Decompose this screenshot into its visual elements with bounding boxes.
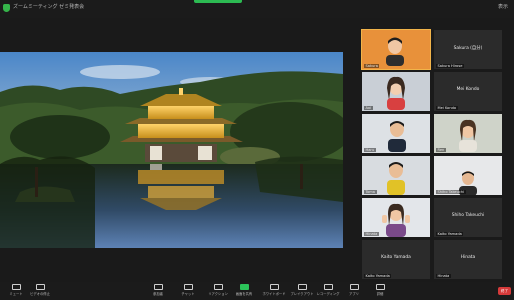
participant-name: Toma xyxy=(364,190,377,194)
participant-name: Hinata xyxy=(436,274,451,278)
participant-name-centered: Shiho Takeuchi xyxy=(451,213,485,218)
record-button[interactable]: レコーディング xyxy=(314,284,342,296)
breakout-button[interactable]: ブレイクアウト xyxy=(288,284,316,296)
participant-tile-12[interactable]: Hinata Hinata xyxy=(434,240,502,279)
apps-label: アプリ xyxy=(349,292,359,296)
participant-name: Kaito Yamada xyxy=(364,274,392,278)
main-stage xyxy=(0,18,358,280)
reactions-small-button[interactable]: リアクション xyxy=(204,284,232,296)
whiteboard-icon xyxy=(269,284,279,290)
end-meeting-button[interactable]: 終了 xyxy=(498,287,511,295)
recording-indicator xyxy=(194,0,242,3)
participant-gallery: Sakura Sakura (自分) Sakura Hirose Aoi Mei… xyxy=(361,29,502,279)
participant-tile-10[interactable]: Shiho Takeuchi Kaito Yamada xyxy=(434,198,502,237)
avatar xyxy=(382,201,410,237)
record-label: レコーディング xyxy=(316,292,340,296)
shared-screen-image xyxy=(0,52,343,248)
breakout-label: ブレイクアウト xyxy=(290,292,314,296)
more-icon xyxy=(375,284,385,290)
participant-name-centered: Kaito Yamada xyxy=(381,255,411,260)
stop-video-label: ビデオの停止 xyxy=(30,292,50,296)
participant-tile-3[interactable]: Aoi xyxy=(362,72,430,111)
avatar xyxy=(456,118,480,153)
avatar xyxy=(384,36,406,66)
kinkakuji-photo xyxy=(0,52,343,248)
participant-tile-8[interactable]: Shiho Takeuchi xyxy=(434,156,502,195)
participant-tile-7[interactable]: Toma xyxy=(362,156,430,195)
participant-name: Sakura xyxy=(364,64,380,68)
avatar xyxy=(386,118,408,153)
participant-name: Kaito Yamada xyxy=(436,232,464,236)
participant-name: Mei Kondo xyxy=(436,106,458,110)
participant-name: Aoi xyxy=(364,106,373,110)
participant-tile-9[interactable]: Hinata xyxy=(362,198,430,237)
whiteboard-label: ホワイトボード xyxy=(262,292,286,296)
participants-icon xyxy=(153,284,163,290)
chat-button[interactable]: チャット xyxy=(174,284,202,296)
share-screen-icon xyxy=(239,284,249,290)
stop-video-button[interactable]: ビデオの停止 xyxy=(26,284,54,296)
participant-name: Ren xyxy=(436,148,446,152)
meeting-toolbar: ミュート ビデオの停止 参加者 チャット リアクション 画面を共有 ホワイトボー… xyxy=(0,282,514,300)
breakout-icon xyxy=(297,284,307,290)
view-button[interactable]: 表示 xyxy=(498,3,508,10)
participant-name-centered: Mei Kondo xyxy=(456,87,480,92)
mic-icon xyxy=(11,284,21,290)
security-shield-icon[interactable] xyxy=(3,4,10,12)
participant-tile-1[interactable]: Sakura xyxy=(361,29,431,70)
participant-name: Sakura Hirose xyxy=(436,64,464,68)
avatar xyxy=(384,76,408,111)
reaction-icon xyxy=(213,284,223,290)
more-button[interactable]: 詳細 xyxy=(366,284,394,296)
title-bar: ズームミーティング ゼミ発表会 表示 xyxy=(0,0,514,18)
participant-tile-5[interactable]: Haru xyxy=(362,114,430,153)
participant-name: Shiho Takeuchi xyxy=(436,190,466,194)
window-title: ズームミーティング ゼミ発表会 xyxy=(13,4,85,10)
apps-button[interactable]: アプリ xyxy=(340,284,368,296)
share-screen-label: 画面を共有 xyxy=(235,292,253,296)
share-screen-button[interactable]: 画面を共有 xyxy=(230,284,258,296)
participant-tile-6[interactable]: Ren xyxy=(434,114,502,153)
participant-name-centered: Sakura (自分) xyxy=(453,46,483,51)
apps-icon xyxy=(349,284,359,290)
participant-name: Haru xyxy=(364,148,376,152)
chat-label: チャット xyxy=(181,292,195,296)
participant-name-centered: Hinata xyxy=(460,255,476,260)
whiteboard-button[interactable]: ホワイトボード xyxy=(260,284,288,296)
participant-tile-11[interactable]: Kaito Yamada Kaito Yamada xyxy=(362,240,430,279)
video-icon xyxy=(35,284,45,290)
reaction-label: リアクション xyxy=(208,292,228,296)
avatar xyxy=(385,159,407,195)
participant-tile-4[interactable]: Mei Kondo Mei Kondo xyxy=(434,72,502,111)
more-label: 詳細 xyxy=(376,292,384,296)
participants-button[interactable]: 参加者 xyxy=(144,284,172,296)
participants-label: 参加者 xyxy=(153,292,163,296)
participant-tile-2[interactable]: Sakura (自分) Sakura Hirose xyxy=(434,30,502,69)
participant-name: Hinata xyxy=(364,232,379,236)
chat-icon xyxy=(183,284,193,290)
record-icon xyxy=(323,284,333,290)
